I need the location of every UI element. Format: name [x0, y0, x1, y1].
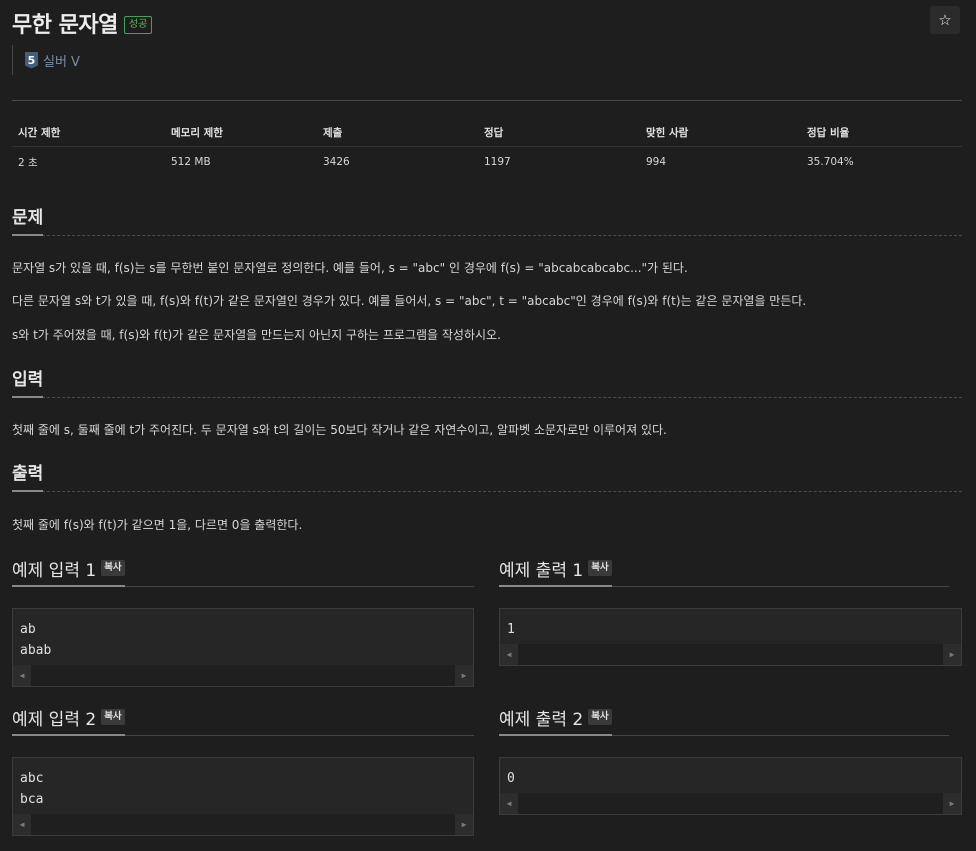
sample-output-2-label: 예제 출력 2 [499, 709, 584, 730]
table-header-cell: 시간 제한 [18, 126, 61, 139]
problem-paragraph: 문자열 s가 있을 때, f(s)는 s를 무한번 붙인 문자열로 정의한다. … [12, 261, 688, 275]
table-header-cell: 정답 [484, 126, 504, 139]
sample-input-2-title: 예제 입력 2 복사 [12, 706, 125, 736]
scroll-right-icon[interactable]: ▶ [943, 793, 961, 814]
time-limit-value: 2 초 [18, 156, 38, 169]
problem-paragraph: 다른 문자열 s와 t가 있을 때, f(s)와 f(t)가 같은 문자열인 경… [12, 294, 807, 308]
title-row: 무한 문자열 성공 [12, 6, 153, 40]
sample-line: 0 [507, 771, 515, 786]
sample-line: bca [20, 792, 44, 807]
sample-line: 1 [507, 622, 515, 637]
accepted-value[interactable]: 1197 [478, 156, 640, 168]
horizontal-scrollbar[interactable]: ◀ ▶ [13, 814, 473, 835]
copy-button[interactable]: 복사 [588, 560, 612, 576]
solvers-value[interactable]: 994 [640, 156, 801, 168]
copy-button[interactable]: 복사 [588, 709, 612, 725]
accept-ratio-value: 35.704% [807, 156, 854, 168]
input-section-title: 입력 [12, 365, 44, 398]
table-header-row: 시간 제한 메모리 제한 제출 정답 맞힌 사람 정답 비율 [12, 118, 962, 147]
scrollbar-track[interactable] [31, 814, 455, 835]
problem-section-title: 문제 [12, 203, 44, 236]
output-section-title: 출력 [12, 459, 44, 492]
table-header-cell: 제출 [323, 126, 343, 139]
sample-output-2-header: 예제 출력 2 복사 [499, 706, 949, 736]
problem-paragraph: s와 t가 주어졌을 때, f(s)와 f(t)가 같은 문자열을 만드는지 아… [12, 328, 501, 342]
horizontal-scrollbar[interactable]: ◀ ▶ [500, 644, 961, 665]
sample-input-2-label: 예제 입력 2 [12, 709, 97, 730]
output-description: 첫째 줄에 f(s)와 f(t)가 같으면 1을, 다르면 0을 출력한다. [12, 518, 303, 532]
table-header-cell: 정답 비율 [807, 126, 850, 139]
input-description: 첫째 줄에 s, 둘째 줄에 t가 주어진다. 두 문자열 s와 t의 길이는 … [12, 423, 667, 437]
sample-input-2-box[interactable]: abc bca ◀ ▶ [12, 757, 474, 836]
problem-section-header: 문제 [12, 203, 962, 236]
sample-output-2-box[interactable]: 0 ◀ ▶ [499, 757, 962, 815]
sample-input-1-title: 예제 입력 1 복사 [12, 557, 125, 587]
sample-input-2-header: 예제 입력 2 복사 [12, 706, 474, 736]
problem-info-table: 시간 제한 메모리 제한 제출 정답 맞힌 사람 정답 비율 2 초 512 M… [12, 118, 962, 177]
divider [12, 100, 962, 101]
scrollbar-track[interactable] [518, 793, 943, 814]
copy-button[interactable]: 복사 [101, 709, 125, 725]
scroll-left-icon[interactable]: ◀ [13, 814, 31, 835]
table-header-cell: 메모리 제한 [171, 126, 223, 139]
sample-output-1-box[interactable]: 1 ◀ ▶ [499, 608, 962, 666]
copy-button[interactable]: 복사 [101, 560, 125, 576]
status-badge: 성공 [123, 16, 153, 34]
sample-output-1-label: 예제 출력 1 [499, 560, 584, 581]
submissions-value[interactable]: 3426 [317, 156, 478, 168]
scroll-left-icon[interactable]: ◀ [13, 665, 31, 686]
sample-output-2-title: 예제 출력 2 복사 [499, 706, 612, 736]
sample-line: ab [20, 622, 36, 637]
scroll-right-icon[interactable]: ▶ [455, 814, 473, 835]
favorite-button[interactable]: ☆ [930, 6, 960, 34]
sample-input-1-box[interactable]: ab abab ◀ ▶ [12, 608, 474, 687]
sample-input-1-header: 예제 입력 1 복사 [12, 557, 474, 587]
scroll-left-icon[interactable]: ◀ [500, 644, 518, 665]
sample-line: abc [20, 771, 44, 786]
star-icon: ☆ [938, 11, 952, 29]
tier-badge-icon: 5 [25, 51, 38, 69]
horizontal-scrollbar[interactable]: ◀ ▶ [13, 665, 473, 686]
sample-output-1-title: 예제 출력 1 복사 [499, 557, 612, 587]
horizontal-scrollbar[interactable]: ◀ ▶ [500, 793, 961, 814]
memory-limit-value: 512 MB [171, 156, 211, 168]
scroll-right-icon[interactable]: ▶ [455, 665, 473, 686]
table-row: 2 초 512 MB 3426 1197 994 35.704% [12, 147, 962, 177]
page-title: 무한 문자열 [12, 13, 118, 38]
scroll-left-icon[interactable]: ◀ [500, 793, 518, 814]
scroll-right-icon[interactable]: ▶ [943, 644, 961, 665]
sample-line: abab [20, 643, 52, 658]
output-section-header: 출력 [12, 459, 962, 492]
scrollbar-track[interactable] [518, 644, 943, 665]
tier-link[interactable]: 5 실버 V [12, 45, 80, 75]
problem-page: 무한 문자열 성공 ☆ 5 실버 V 시간 제한 메모리 제한 제출 정답 맞힌… [12, 0, 962, 851]
scrollbar-track[interactable] [31, 665, 455, 686]
table-header-cell: 맞힌 사람 [646, 126, 689, 139]
sample-output-1-header: 예제 출력 1 복사 [499, 557, 949, 587]
tier-label[interactable]: 실버 V [43, 51, 80, 70]
input-section-header: 입력 [12, 365, 962, 398]
sample-input-1-label: 예제 입력 1 [12, 560, 97, 581]
